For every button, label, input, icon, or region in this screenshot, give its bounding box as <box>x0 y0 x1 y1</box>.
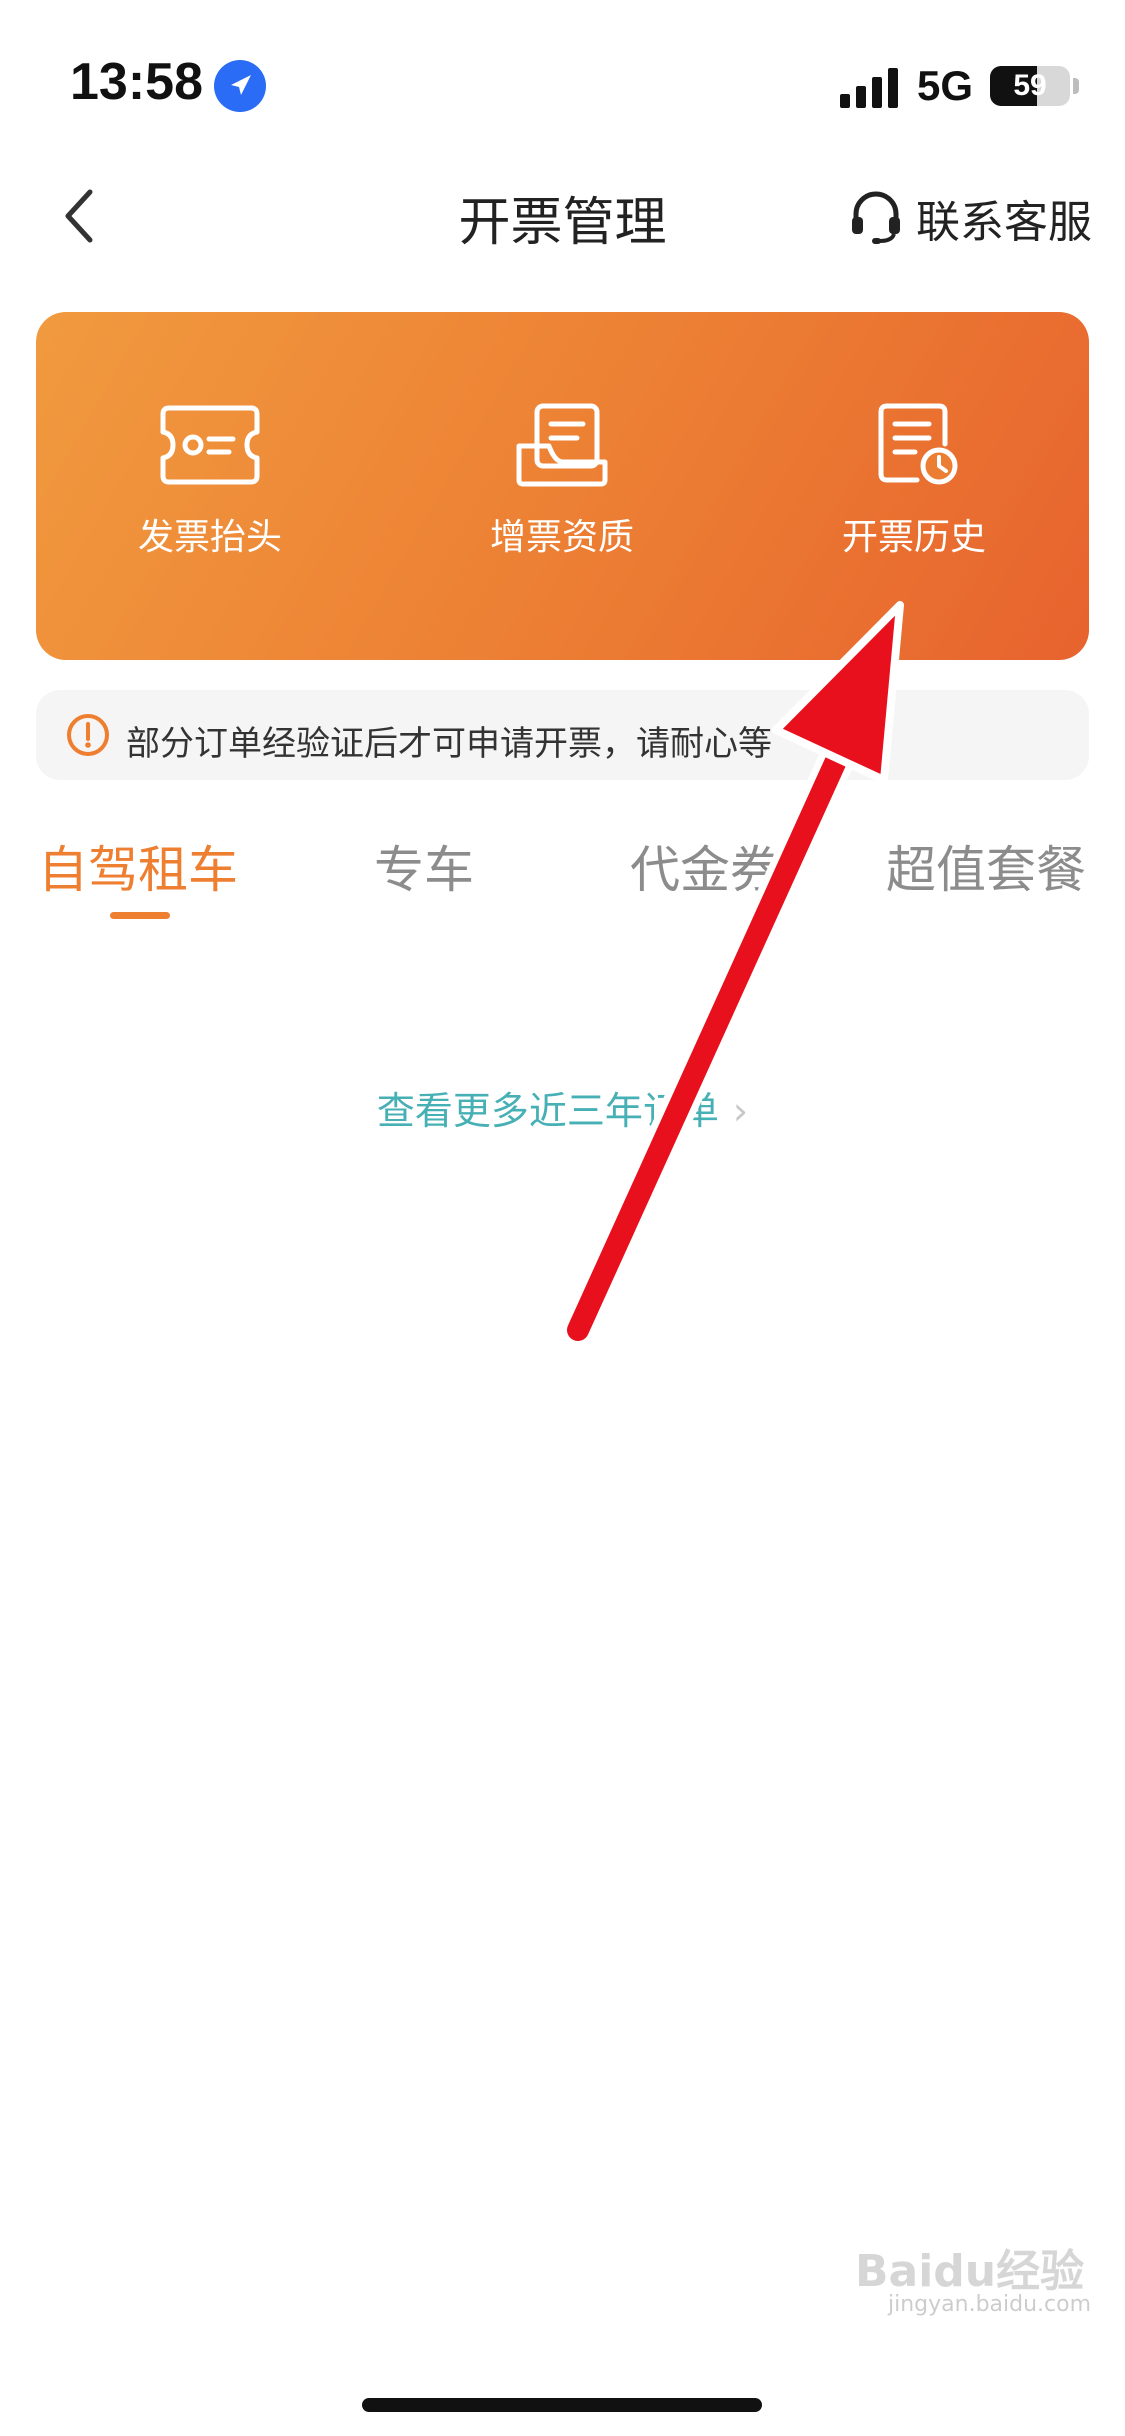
contact-support-label: 联系客服 <box>916 197 1092 248</box>
contact-support-button[interactable]: 联系客服 <box>848 186 1092 250</box>
vat-qualification-button[interactable]: 增票资质 <box>422 400 702 560</box>
invoice-title-label: 发票抬头 <box>137 517 282 558</box>
location-arrow-icon <box>214 60 266 112</box>
view-more-orders-label: 查看更多近三年订单 <box>376 1089 719 1133</box>
cellular-signal-icon <box>840 66 902 108</box>
status-time: 13:58 <box>70 53 203 111</box>
tab-self-drive[interactable]: 自驾租车 <box>38 830 238 902</box>
chevron-right-icon: › <box>732 1089 749 1133</box>
document-stack-icon <box>422 400 702 490</box>
vat-qualification-label: 增票资质 <box>489 517 634 558</box>
headset-icon <box>848 188 904 248</box>
ticket-icon <box>70 400 350 490</box>
tab-vouchers[interactable]: 代金券 <box>630 830 780 902</box>
watermark-text: Baidu经验 <box>855 2246 1085 2297</box>
network-type: 5G <box>917 62 974 109</box>
tab-chauffeur[interactable]: 专车 <box>374 830 474 902</box>
active-tab-indicator <box>110 912 170 919</box>
invoice-history-button[interactable]: 开票历史 <box>774 400 1054 560</box>
notice-text: 部分订单经验证后才可申请开票，请耐心等 <box>126 724 772 764</box>
invoice-title-button[interactable]: 发票抬头 <box>70 400 350 560</box>
battery-percent: 59 <box>1013 69 1047 102</box>
invoice-history-label: 开票历史 <box>841 517 986 558</box>
watermark-url: jingyan.baidu.com <box>888 2292 1092 2317</box>
home-indicator[interactable] <box>362 2398 762 2412</box>
battery-cap <box>1073 78 1079 94</box>
document-clock-icon <box>774 400 1054 490</box>
tab-packages[interactable]: 超值套餐 <box>886 830 1086 902</box>
battery-icon: 59 <box>990 66 1070 106</box>
view-more-orders-link[interactable]: 查看更多近三年订单 › <box>0 1080 1125 1135</box>
exclamation-circle-icon <box>66 713 110 757</box>
